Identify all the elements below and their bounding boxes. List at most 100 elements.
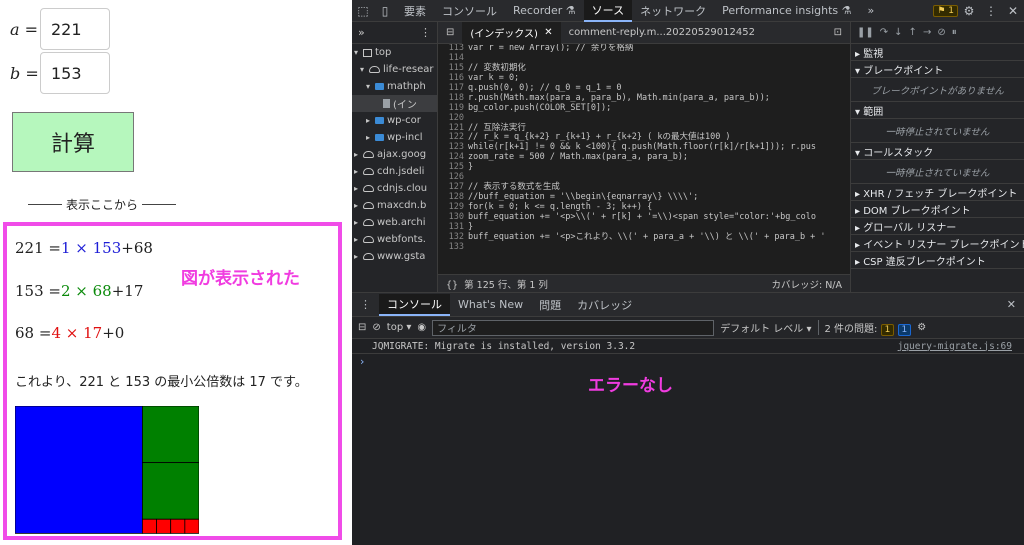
navigator-item[interactable]: ▾ mathph: [352, 78, 437, 95]
navigator-item[interactable]: ▸ wp-incl: [352, 129, 437, 146]
b-label: b =: [10, 63, 39, 83]
step-icon[interactable]: →: [923, 27, 931, 38]
tree-expand-icon[interactable]: ▸: [354, 235, 363, 244]
line-number[interactable]: 120: [438, 113, 468, 124]
tree-expand-icon[interactable]: ▸: [354, 184, 363, 193]
devtools-tab[interactable]: Performance insights ⚗: [714, 0, 859, 22]
editor-tab-comment-reply[interactable]: comment-reply.m...20220529012452: [561, 22, 763, 44]
debugger-section-header[interactable]: ▾ 範囲: [851, 102, 1024, 119]
tree-expand-icon[interactable]: ▸: [354, 150, 363, 159]
debugger-section-header[interactable]: ▸ XHR / フェッチ ブレークポイント: [851, 184, 1024, 201]
console-messages: JQMIGRATE: Migrate is installed, version…: [352, 339, 1024, 545]
clear-console-icon[interactable]: ⊘: [372, 322, 380, 333]
b-input[interactable]: 153: [40, 52, 110, 94]
navigator-item[interactable]: ▸ ajax.goog: [352, 146, 437, 163]
navigator-item[interactable]: ▸ web.archi: [352, 214, 437, 231]
line-number[interactable]: 133: [438, 242, 468, 253]
code-text: bg_color.push(COLOR_SET[0]);: [468, 102, 612, 113]
console-message-source[interactable]: jquery-migrate.js:69: [898, 341, 1012, 352]
devtools-tab[interactable]: 要素: [396, 0, 434, 22]
eq1-remainder: +68: [121, 239, 153, 257]
close-drawer-icon[interactable]: ✕: [999, 294, 1024, 316]
sources-navigator: » ⋮ ▾ top ▾ life-resear ▾ mathph (イン ▸ wp-cor ▸ wp-…: [352, 22, 438, 292]
navigator-item[interactable]: ▸ wp-cor: [352, 112, 437, 129]
navigator-item[interactable]: ▾ top: [352, 44, 437, 61]
editor-tab-index[interactable]: (インデックス) ✕: [462, 21, 561, 44]
devtools-tab[interactable]: Recorder ⚗: [505, 0, 584, 22]
eq3-divisor: 17: [83, 324, 103, 342]
cloud-icon: [363, 253, 374, 260]
drawer-tab[interactable]: What's New: [450, 294, 531, 316]
file-icon: [383, 99, 390, 108]
drawer-tab[interactable]: コンソール: [379, 293, 450, 316]
tree-expand-icon[interactable]: ▾: [366, 82, 375, 91]
calculate-button[interactable]: 計算: [12, 112, 134, 172]
debugger-section-header[interactable]: ▸ 監視: [851, 44, 1024, 61]
settings-icon[interactable]: ⚙: [958, 0, 980, 22]
debugger-section-header[interactable]: ▸ CSP 違反ブレークポイント: [851, 252, 1024, 269]
navigator-item[interactable]: ▾ life-resear: [352, 61, 437, 78]
tree-expand-icon[interactable]: ▸: [354, 167, 363, 176]
step-over-icon[interactable]: ↷: [880, 27, 888, 38]
deactivate-breakpoints-icon[interactable]: ⊘: [937, 27, 945, 38]
pause-icon[interactable]: ❚❚: [857, 27, 874, 38]
cloud-icon: [363, 151, 374, 158]
debugger-section-header[interactable]: ▸ グローバル リスナー: [851, 218, 1024, 235]
drawer-tab[interactable]: 問題: [531, 294, 569, 316]
devtools-tab[interactable]: ソース: [583, 0, 633, 22]
navigator-item-label: www.gsta: [377, 251, 426, 262]
tree-expand-icon[interactable]: ▸: [354, 201, 363, 210]
log-level-select[interactable]: デフォルト レベル ▾: [720, 320, 811, 335]
a-label: a =: [10, 19, 39, 39]
debugger-section-header[interactable]: ▾ ブレークポイント: [851, 61, 1024, 78]
toggle-debugger-icon[interactable]: ⊡: [826, 22, 850, 44]
navigator-item[interactable]: (イン: [352, 95, 437, 112]
drawer-tabbar: ⋮ コンソール What's New 問題 カバレッジ ✕: [352, 292, 1024, 317]
tree-expand-icon[interactable]: ▸: [366, 133, 375, 142]
debugger-section-header[interactable]: ▸ DOM ブレークポイント: [851, 201, 1024, 218]
code-lines[interactable]: 113 var r = new Array(); // 余りを格納 114 115//…: [438, 44, 850, 274]
tree-expand-icon[interactable]: ▸: [354, 218, 363, 227]
device-toolbar-icon[interactable]: ▯: [374, 0, 396, 22]
debugger-section-header[interactable]: ▸ イベント リスナー ブレークポイント: [851, 235, 1024, 252]
console-prompt[interactable]: ›: [352, 354, 1024, 368]
issues-counter[interactable]: 2 件の問題: 1 1: [817, 320, 912, 336]
braces-icon[interactable]: {}: [446, 280, 458, 291]
drawer-tab[interactable]: カバレッジ: [569, 294, 640, 316]
issues-badge[interactable]: ⚑ 1: [933, 4, 958, 17]
issues-info-count: 1: [901, 325, 908, 335]
navigator-item[interactable]: ▸ cdnjs.clou: [352, 180, 437, 197]
live-expression-icon[interactable]: ◉: [417, 322, 426, 333]
console-settings-icon[interactable]: ⚙: [917, 322, 926, 333]
pause-on-exceptions-icon[interactable]: ⏸: [952, 27, 957, 38]
navigator-item[interactable]: ▸ webfonts.: [352, 231, 437, 248]
a-input[interactable]: 221: [40, 8, 110, 50]
devtools-tab[interactable]: »: [859, 0, 882, 22]
step-into-icon[interactable]: ↓: [894, 27, 902, 38]
filter-input[interactable]: フィルタ: [432, 319, 715, 336]
navigator-item[interactable]: ▸ www.gsta: [352, 248, 437, 265]
close-tab-icon[interactable]: ✕: [544, 27, 552, 38]
drawer-menu-icon[interactable]: ⋮: [352, 294, 379, 316]
tree-expand-icon[interactable]: ▸: [366, 116, 375, 125]
coverage-status: カバレッジ: N/A: [771, 279, 842, 291]
sidebar-toggle-icon[interactable]: ⊟: [358, 322, 366, 333]
inspect-icon[interactable]: ⬚: [352, 0, 374, 22]
tree-expand-icon[interactable]: ▾: [360, 65, 369, 74]
more-icon[interactable]: ⋮: [980, 0, 1002, 22]
navigator-item[interactable]: ▸ maxcdn.b: [352, 197, 437, 214]
toggle-navigator-icon[interactable]: ⊟: [438, 22, 462, 44]
devtools-tab[interactable]: コンソール: [434, 0, 505, 22]
debugger-section-header[interactable]: ▾ コールスタック: [851, 143, 1024, 160]
devtools-tab[interactable]: ネットワーク: [632, 0, 714, 22]
more-tabs-icon[interactable]: »: [358, 26, 365, 39]
navigator-menu-icon[interactable]: ⋮: [420, 26, 431, 39]
context-selector[interactable]: top ▾: [387, 322, 412, 333]
tree-expand-icon[interactable]: ▾: [354, 48, 363, 57]
step-out-icon[interactable]: ↑: [909, 27, 917, 38]
navigator-item[interactable]: ▸ cdn.jsdeli: [352, 163, 437, 180]
eq1-times: ×: [70, 239, 93, 257]
tree-expand-icon[interactable]: ▸: [354, 252, 363, 261]
close-icon[interactable]: ✕: [1002, 0, 1024, 22]
navigator-item-label: top: [375, 47, 392, 58]
